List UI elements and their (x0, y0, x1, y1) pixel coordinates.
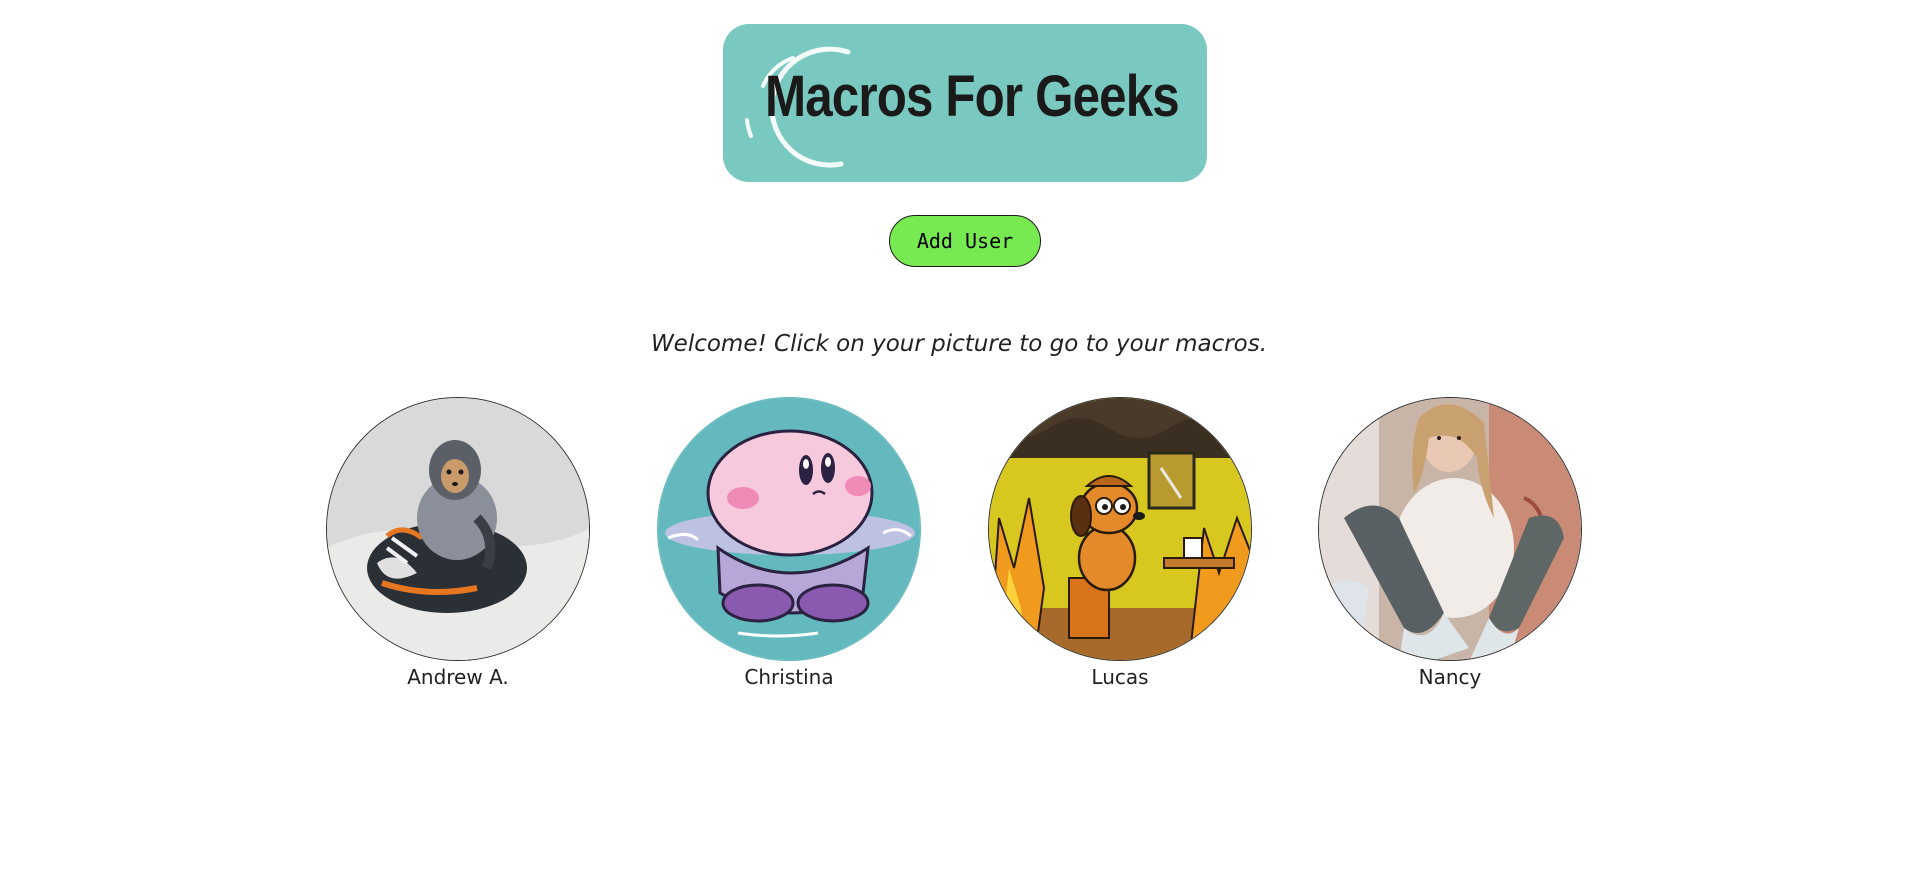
user-card-andrew[interactable]: Andrew A. (326, 397, 590, 691)
user-name: Christina (744, 665, 834, 689)
user-avatar-lucas[interactable] (988, 397, 1252, 661)
welcome-message: Welcome! Click on your picture to go to … (650, 331, 1268, 357)
kirby-avatar-icon (658, 398, 920, 660)
logo-title: Macros For Geeks (765, 64, 1180, 129)
user-name: Nancy (1418, 665, 1482, 689)
user-card-lucas[interactable]: Lucas (988, 397, 1252, 691)
site-logo: Macros For Geeks (723, 24, 1207, 182)
chihuahua-avatar-icon (327, 398, 589, 660)
user-name: Andrew A. (407, 665, 509, 689)
add-user-button[interactable]: Add User (889, 215, 1041, 267)
user-name: Lucas (1091, 665, 1149, 689)
user-card-nancy[interactable]: Nancy (1318, 397, 1582, 691)
this-is-fine-avatar-icon (989, 398, 1251, 660)
person-avatar-icon (1319, 398, 1581, 660)
user-avatar-nancy[interactable] (1318, 397, 1582, 661)
user-avatar-christina[interactable] (657, 397, 921, 661)
user-card-christina[interactable]: Christina (657, 397, 921, 691)
user-avatar-andrew[interactable] (326, 397, 590, 661)
